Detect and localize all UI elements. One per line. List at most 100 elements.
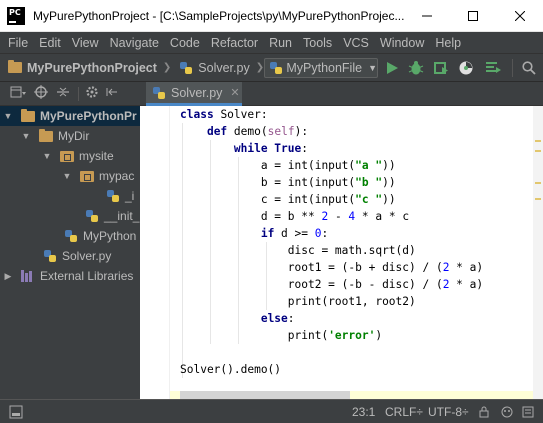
horizontal-scrollbar[interactable] bbox=[180, 391, 350, 399]
collapse-all-icon[interactable] bbox=[56, 85, 70, 102]
hide-panel-icon[interactable] bbox=[105, 85, 119, 102]
chevron-down-icon: ▼ bbox=[368, 63, 377, 73]
breadcrumb-project[interactable]: MyPurePythonProject ❯ bbox=[8, 60, 172, 75]
menu-code[interactable]: Code bbox=[166, 36, 204, 50]
code-line: if d >= 0: bbox=[260, 227, 329, 240]
code-line: a = int(input("a ")) bbox=[180, 159, 396, 172]
tree-item-solver[interactable]: Solver.py bbox=[0, 246, 140, 266]
tab-solver[interactable]: Solver.py ✕ bbox=[146, 82, 242, 106]
package-icon bbox=[60, 150, 74, 162]
file-encoding[interactable]: UTF-8÷ bbox=[428, 405, 469, 419]
pycharm-icon: PC bbox=[7, 6, 25, 25]
bug-icon bbox=[408, 61, 424, 75]
tree-item-mydir[interactable]: ▼ MyDir bbox=[0, 126, 140, 146]
menu-window[interactable]: Window bbox=[376, 36, 428, 50]
profile-button[interactable] bbox=[458, 60, 474, 76]
title-bar: PC MyPurePythonProject - [C:\SampleProje… bbox=[0, 0, 543, 32]
run-configuration-select[interactable]: MyPythonFile ▼ bbox=[264, 58, 378, 78]
folder-icon bbox=[8, 60, 22, 73]
menu-refactor[interactable]: Refactor bbox=[207, 36, 262, 50]
code-line: root2 = (-b - disc) / (2 * a) bbox=[180, 278, 484, 291]
warning-marker[interactable] bbox=[535, 182, 541, 184]
collapsed-arrow-icon[interactable]: ▶ bbox=[3, 271, 13, 282]
code-line: else: bbox=[260, 312, 295, 325]
tree-item-mypythonfile[interactable]: MyPython bbox=[0, 226, 140, 246]
minimize-button[interactable] bbox=[404, 0, 450, 32]
expanded-arrow-icon[interactable]: ▼ bbox=[3, 111, 13, 121]
app-icon-text: PC bbox=[9, 7, 21, 17]
run-icon bbox=[387, 62, 398, 74]
menu-bar: File Edit View Navigate Code Refactor Ru… bbox=[0, 32, 543, 53]
expanded-arrow-icon[interactable]: ▼ bbox=[62, 171, 72, 181]
warning-marker[interactable] bbox=[535, 198, 541, 200]
breadcrumb-project-label: MyPurePythonProject bbox=[27, 60, 157, 75]
code-token: Solver: bbox=[220, 108, 268, 121]
toolbar-separator bbox=[512, 59, 513, 77]
tree-item-init[interactable]: __init_ bbox=[0, 206, 140, 226]
toolbar-separator bbox=[78, 86, 79, 101]
status-bar: 23:1 CRLF÷ UTF-8÷ bbox=[0, 399, 543, 423]
lock-icon[interactable] bbox=[478, 406, 490, 421]
scroll-from-source-icon[interactable] bbox=[34, 85, 48, 102]
warning-marker[interactable] bbox=[535, 140, 541, 142]
search-icon bbox=[522, 61, 536, 75]
python-file-icon bbox=[106, 189, 120, 203]
library-icon bbox=[21, 270, 35, 282]
code-line: def demo(self): bbox=[206, 125, 309, 138]
code-line: disc = math.sqrt(d) bbox=[180, 244, 416, 257]
gear-icon[interactable] bbox=[85, 85, 99, 102]
menu-help[interactable]: Help bbox=[431, 36, 465, 50]
menu-navigate[interactable]: Navigate bbox=[106, 36, 163, 50]
maximize-button[interactable] bbox=[450, 0, 496, 32]
warning-marker[interactable] bbox=[535, 150, 541, 152]
search-everywhere-button[interactable] bbox=[521, 60, 537, 76]
tree-item-label: _i bbox=[125, 189, 135, 203]
menu-file[interactable]: File bbox=[4, 36, 32, 50]
code-line: d = b ** 2 - 4 * a * c bbox=[180, 210, 410, 223]
python-file-icon bbox=[179, 61, 193, 75]
tool-windows-icon[interactable] bbox=[9, 405, 23, 422]
notifications-icon[interactable] bbox=[521, 405, 535, 422]
project-view-icon[interactable] bbox=[10, 85, 26, 102]
tree-item-mypackage[interactable]: ▼ mypac bbox=[0, 166, 140, 186]
breadcrumb-file[interactable]: Solver.py ❯ bbox=[179, 61, 264, 75]
line-separator[interactable]: CRLF÷ bbox=[385, 405, 423, 419]
python-file-icon bbox=[152, 86, 166, 100]
debug-button[interactable] bbox=[408, 60, 424, 76]
navigation-bar: MyPurePythonProject ❯ Solver.py ❯ MyPyth… bbox=[0, 53, 543, 82]
code-line: b = int(input("b ")) bbox=[180, 176, 396, 189]
code-line: root1 = (-b + disc) / (2 * a) bbox=[180, 261, 484, 274]
code-line: print(root1, root2) bbox=[180, 295, 416, 308]
concurrency-diagram-button[interactable] bbox=[485, 60, 501, 76]
folder-icon bbox=[21, 108, 35, 122]
caret-position[interactable]: 23:1 bbox=[352, 405, 375, 419]
package-icon bbox=[80, 170, 94, 182]
menu-run[interactable]: Run bbox=[265, 36, 296, 50]
concurrency-icon bbox=[486, 62, 501, 73]
maximize-icon bbox=[468, 11, 478, 21]
editor-tab-bar: Solver.py ✕ bbox=[140, 82, 543, 106]
expanded-arrow-icon[interactable]: ▼ bbox=[21, 131, 31, 141]
code-editor[interactable]: class Solver: def demo(self): while True… bbox=[170, 106, 533, 399]
tree-item-external-libraries[interactable]: ▶ External Libraries bbox=[0, 266, 140, 286]
tree-item-label: MyPython bbox=[83, 229, 137, 243]
code-line: while True: bbox=[233, 142, 308, 155]
menu-tools[interactable]: Tools bbox=[299, 36, 336, 50]
menu-edit[interactable]: Edit bbox=[35, 36, 65, 50]
menu-vcs[interactable]: VCS bbox=[339, 36, 373, 50]
close-tab-icon[interactable]: ✕ bbox=[230, 86, 239, 99]
close-button[interactable] bbox=[497, 0, 543, 32]
expanded-arrow-icon[interactable]: ▼ bbox=[42, 151, 52, 161]
tree-item-project-root[interactable]: ▼ MyPurePythonPr bbox=[0, 106, 140, 126]
close-icon bbox=[515, 11, 525, 21]
editor-gutter bbox=[140, 106, 170, 399]
run-with-coverage-button[interactable] bbox=[433, 60, 449, 76]
tree-item-init-inner[interactable]: _i bbox=[0, 186, 140, 206]
menu-view[interactable]: View bbox=[68, 36, 103, 50]
python-file-icon bbox=[43, 249, 57, 263]
inspector-icon[interactable] bbox=[500, 405, 514, 422]
chevron-right-icon: ❯ bbox=[162, 62, 172, 73]
run-button[interactable] bbox=[384, 60, 400, 76]
tree-item-label: __init_ bbox=[104, 209, 140, 223]
tree-item-mysite[interactable]: ▼ mysite bbox=[0, 146, 140, 166]
